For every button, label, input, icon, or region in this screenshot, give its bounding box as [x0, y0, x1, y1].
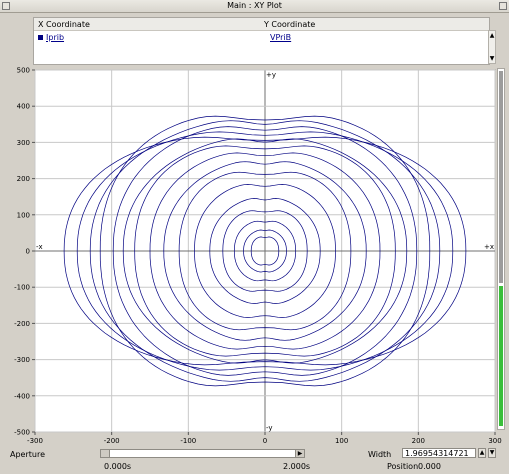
y-tick-label: 500: [17, 67, 30, 75]
x-tick-label: -100: [180, 437, 196, 445]
y-tick-label: 400: [17, 103, 30, 111]
scrollbar-track-grey: [499, 71, 503, 283]
legend-scrollbar[interactable]: ▲ ▼: [488, 30, 496, 64]
width-label: Width: [368, 450, 392, 459]
y-tick-label: 0: [26, 248, 30, 256]
aperture-label: Aperture: [10, 450, 46, 459]
slider-thumb[interactable]: [101, 450, 110, 457]
legend-header: X Coordinate Y Coordinate: [34, 18, 489, 31]
x-signal-entry[interactable]: Iprib: [38, 33, 64, 42]
pos-x-marker: +x: [484, 243, 494, 251]
x-tick-label: -300: [27, 437, 43, 445]
scroll-up-icon[interactable]: ▲: [489, 32, 495, 39]
time-slider[interactable]: ▶: [100, 449, 305, 458]
window-title: Main : XY Plot: [227, 1, 282, 10]
scroll-down-icon[interactable]: ▼: [489, 55, 495, 62]
y-tick-label: -300: [14, 356, 30, 364]
x-tick-label: 0: [263, 437, 267, 445]
plot-vertical-scrollbar[interactable]: [497, 68, 505, 430]
window-menu-icon[interactable]: [2, 2, 10, 10]
position-value: 0.000: [418, 462, 441, 471]
x-tick-label: 100: [335, 437, 348, 445]
width-increment-icon[interactable]: ▲: [478, 448, 486, 458]
time-end-label: 2.000s: [283, 462, 311, 471]
pos-y-marker: +y: [266, 71, 276, 79]
scrollbar-range-indicator[interactable]: [499, 286, 503, 426]
neg-y-marker: -y: [266, 424, 273, 432]
y-coordinate-header: Y Coordinate: [264, 20, 316, 29]
time-start-label: 0.000s: [104, 462, 132, 471]
signal-legend: X Coordinate Y Coordinate Iprib VPriB: [33, 17, 490, 65]
xy-plot[interactable]: -300 -200 -100 0 100 200 300 500 400 300 200 100 0 -1…: [0, 64, 509, 447]
x-tick-label: 200: [412, 437, 425, 445]
y-tick-label: 300: [17, 139, 30, 147]
window-titlebar: Main : XY Plot: [0, 0, 509, 13]
close-icon[interactable]: [499, 2, 507, 10]
y-tick-label: 200: [17, 175, 30, 183]
position-label: Position: [387, 462, 419, 471]
y-tick-label: -500: [14, 429, 30, 437]
width-input[interactable]: 1.96954314721: [402, 448, 476, 458]
y-signal-name[interactable]: VPriB: [270, 33, 291, 42]
x-coordinate-header: X Coordinate: [38, 20, 90, 29]
y-tick-label: 100: [17, 211, 30, 219]
y-tick-label: -400: [14, 392, 30, 400]
x-tick-label: -200: [104, 437, 120, 445]
slider-right-arrow-icon[interactable]: ▶: [295, 450, 304, 457]
x-signal-name[interactable]: Iprib: [46, 33, 64, 42]
y-tick-label: -100: [14, 284, 30, 292]
series-color-swatch: [38, 35, 43, 40]
y-tick-label: -200: [14, 320, 30, 328]
time-controls: Aperture ▶ 0.000s 2.000s Width 1.9695431…: [0, 447, 509, 474]
width-decrement-icon[interactable]: ▼: [488, 448, 496, 458]
x-tick-label: 300: [488, 437, 501, 445]
neg-x-marker: -x: [36, 243, 43, 251]
